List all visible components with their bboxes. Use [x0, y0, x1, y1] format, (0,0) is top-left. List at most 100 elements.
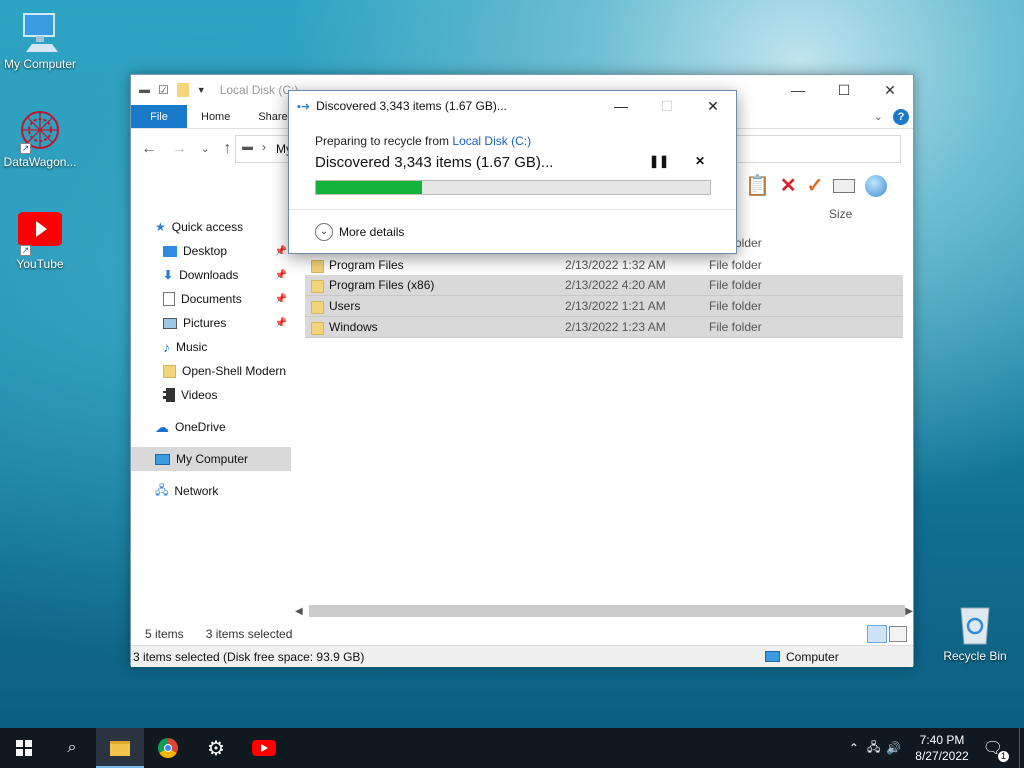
- quick-access-dropdown-icon[interactable]: ▼: [197, 85, 206, 95]
- folder-icon: [311, 280, 324, 293]
- notifications-icon[interactable]: 🗨 1: [983, 738, 1009, 762]
- desktop-icon-datawagon[interactable]: ↗ DataWagon...: [0, 108, 80, 169]
- desktop-icon-recycle-bin[interactable]: Recycle Bin: [935, 602, 1015, 663]
- partial-type-text: older: [735, 236, 762, 250]
- nav-item-open-shell[interactable]: Open-Shell Modern: [131, 359, 291, 383]
- download-arrow-icon: ⬇: [163, 268, 174, 282]
- chevron-down-icon: ⌄: [315, 222, 333, 241]
- status-bar-text: 3 items selected (Disk free space: 93.9 …: [133, 649, 365, 664]
- check-icon[interactable]: ✓: [807, 173, 824, 198]
- item-status-row: 5 items 3 items selected: [131, 623, 913, 645]
- dialog-close-button[interactable]: ✕: [690, 91, 736, 121]
- nav-label: OneDrive: [175, 420, 226, 434]
- help-icon[interactable]: ?: [889, 105, 913, 128]
- tab-file[interactable]: File: [131, 105, 187, 128]
- table-row[interactable]: Windows 2/13/2022 1:23 AM File folder: [305, 317, 903, 338]
- large-icons-view-icon[interactable]: [889, 626, 907, 642]
- scroll-thumb[interactable]: [309, 605, 905, 617]
- forward-icon[interactable]: →: [171, 140, 187, 158]
- delete-x-icon[interactable]: ✕: [780, 173, 797, 198]
- progress-fill: [316, 181, 423, 194]
- table-row[interactable]: Program Files 2/13/2022 1:32 AM File fol…: [305, 254, 903, 275]
- nav-item-documents[interactable]: Documents 📌: [131, 287, 291, 311]
- recycle-progress-dialog: ▪➜ Discovered 3,343 items (1.67 GB)... —…: [288, 90, 737, 254]
- address-chevron-icon[interactable]: ›: [262, 140, 266, 154]
- volume-icon[interactable]: 🔊: [886, 741, 901, 755]
- nav-item-downloads[interactable]: ⬇ Downloads 📌: [131, 263, 291, 287]
- cancel-icon[interactable]: ✕: [695, 154, 705, 168]
- documents-icon: [163, 292, 175, 306]
- desktop-icon-label: My Computer: [3, 57, 77, 71]
- search-button[interactable]: ⌕: [48, 728, 96, 768]
- desktop-icon-youtube[interactable]: ↗ YouTube: [0, 210, 80, 271]
- desktop-icon-label: Recycle Bin: [943, 649, 1007, 663]
- rename-icon[interactable]: [833, 178, 856, 193]
- nav-item-videos[interactable]: Videos: [131, 383, 291, 407]
- nav-label: Desktop: [183, 244, 228, 258]
- minimize-button[interactable]: —: [775, 75, 821, 105]
- scroll-right-icon[interactable]: ▶: [905, 606, 913, 617]
- up-icon[interactable]: ↑: [223, 140, 231, 158]
- windows-logo-icon: [16, 740, 32, 756]
- datawagon-logo-icon: ↗: [18, 108, 62, 154]
- nav-label: Quick access: [171, 220, 244, 234]
- source-link[interactable]: Local Disk (C:): [452, 134, 531, 148]
- dialog-minimize-button[interactable]: —: [598, 91, 644, 121]
- nav-item-desktop[interactable]: Desktop 📌: [131, 239, 291, 263]
- clock-time: 7:40 PM: [919, 733, 965, 747]
- nav-label: Music: [176, 340, 208, 354]
- close-button[interactable]: ✕: [867, 75, 913, 105]
- desktop-folder-icon: [163, 245, 177, 257]
- show-desktop-button[interactable]: [1019, 728, 1024, 768]
- horizontal-scrollbar[interactable]: ◀ ▶: [291, 603, 915, 619]
- nav-my-computer[interactable]: My Computer: [131, 447, 291, 471]
- computer-icon: [765, 651, 780, 662]
- taskbar-file-explorer[interactable]: [96, 728, 144, 768]
- clock[interactable]: 7:40 PM 8/27/2022: [915, 732, 968, 764]
- pause-icon[interactable]: ❚❚: [649, 154, 669, 168]
- nav-item-pictures[interactable]: Pictures 📌: [131, 311, 291, 335]
- tray-chevron-up-icon[interactable]: ⌃: [849, 741, 859, 755]
- properties-icon[interactable]: ☑: [158, 83, 169, 97]
- network-icon: 🖧: [155, 482, 169, 497]
- file-list: Program Files 2/13/2022 1:32 AM File fol…: [305, 254, 903, 338]
- nav-onedrive[interactable]: ☁ OneDrive: [131, 415, 291, 439]
- gear-icon: ⚙: [207, 737, 225, 760]
- folder-icon: [311, 301, 324, 314]
- start-button[interactable]: [0, 728, 48, 768]
- notification-badge: 1: [998, 751, 1009, 762]
- status-bar: 3 items selected (Disk free space: 93.9 …: [131, 645, 913, 667]
- chrome-icon: [158, 738, 178, 758]
- ribbon-expand-icon[interactable]: ⌄: [868, 105, 889, 128]
- recycle-bin-icon: [953, 602, 997, 646]
- network-tray-icon[interactable]: 🖧: [867, 738, 880, 759]
- column-header-size[interactable]: Size: [829, 207, 852, 221]
- file-date: 2/13/2022 4:20 AM: [565, 278, 666, 292]
- nav-quick-access[interactable]: ★ Quick access: [131, 215, 291, 239]
- scroll-left-icon[interactable]: ◀: [295, 606, 303, 617]
- more-details-toggle[interactable]: ⌄ More details: [289, 209, 736, 253]
- desktop-icon-my-computer[interactable]: My Computer: [0, 10, 80, 71]
- details-view-icon[interactable]: [867, 625, 887, 643]
- tab-home[interactable]: Home: [187, 105, 244, 128]
- shortcut-arrow-icon: ↗: [20, 245, 31, 256]
- back-icon[interactable]: ←: [141, 140, 157, 158]
- taskbar-youtube[interactable]: [240, 728, 288, 768]
- nav-network[interactable]: 🖧 Network: [131, 479, 291, 503]
- taskbar-chrome[interactable]: [144, 728, 192, 768]
- nav-label: Documents: [181, 292, 242, 306]
- table-row[interactable]: Program Files (x86) 2/13/2022 4:20 AM Fi…: [305, 275, 903, 296]
- recent-locations-icon[interactable]: ⌄: [201, 144, 209, 155]
- clipboard-icon[interactable]: 📋: [745, 173, 770, 198]
- maximize-button[interactable]: ☐: [821, 75, 867, 105]
- nav-label: Downloads: [179, 268, 239, 282]
- preparing-text: Preparing to recycle from Local Disk (C:…: [315, 134, 710, 148]
- folder-icon: [311, 322, 324, 335]
- folder-icon: [110, 740, 130, 756]
- new-folder-icon[interactable]: [176, 83, 189, 97]
- explorer-title: Local Disk (C:): [219, 83, 299, 97]
- nav-item-music[interactable]: ♪ Music: [131, 335, 291, 359]
- table-row[interactable]: Users 2/13/2022 1:21 AM File folder: [305, 296, 903, 317]
- taskbar-settings[interactable]: ⚙: [192, 728, 240, 768]
- globe-icon[interactable]: [865, 174, 888, 197]
